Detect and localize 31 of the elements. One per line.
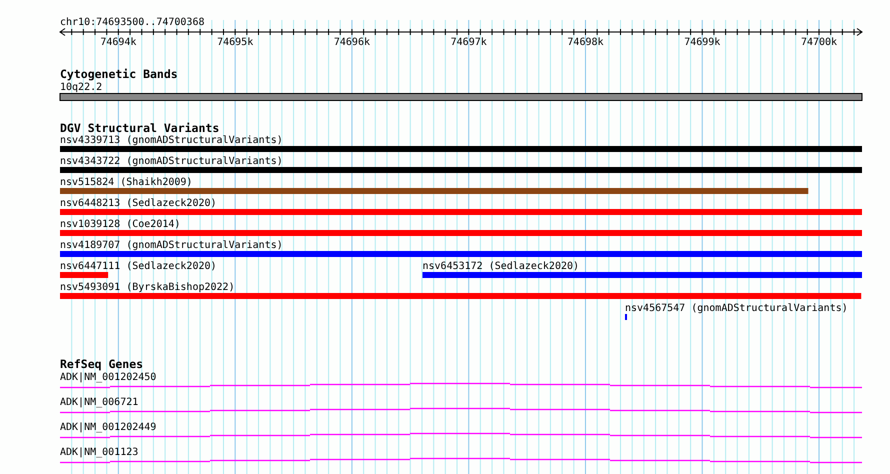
gene-label: ADK|NM_006721 [60,397,138,408]
variant-label: nsv4343722 (gnomADStructuralVariants) [60,156,283,167]
gene-model-drawing[interactable] [60,408,862,414]
variant-label: nsv4339713 (gnomADStructuralVariants) [60,135,283,146]
gene-label: ADK|NM_001202450 [60,372,156,383]
track-title: DGV Structural Variants [60,121,220,135]
gene-label: ADK|NM_001202449 [60,422,156,433]
tick-label: 74700k [800,37,838,48]
variant-label: nsv5493091 (ByrskaBishop2022) [60,282,235,293]
variant-label: nsv1039128 (Coe2014) [60,219,180,230]
tick-label: 74699k [684,37,720,48]
variant-label: nsv6453172 (Sedlazeck2020) [422,261,580,272]
tick-label: 74696k [334,37,370,48]
tick-label: 74694k [100,37,136,48]
band-label: 10q22.2 [60,82,102,93]
variant-label: nsv4567547 (gnomADStructuralVariants) [625,303,848,314]
gene-model-drawing[interactable] [60,432,862,438]
location-label: chr10:74693500..74700368 [60,17,204,28]
variant-bar[interactable] [625,314,628,320]
track-title: RefSeq Genes [60,357,144,371]
tick-label: 74697k [450,37,487,48]
variant-label: nsv515824 (Shaikh2009) [60,177,192,188]
tick-label: 74698k [567,37,604,48]
gene-model-drawing[interactable] [60,458,862,464]
track-title: Cytogenetic Bands [60,67,178,81]
variant-label: nsv6447111 (Sedlazeck2020) [60,261,217,272]
variant-label: nsv6448213 (Sedlazeck2020) [60,198,217,209]
variant-label: nsv4189707 (gnomADStructuralVariants) [60,240,283,251]
gene-label: ADK|NM_001123 [60,447,138,458]
gene-model-drawing[interactable] [60,382,862,388]
tick-label: 74695k [217,37,254,48]
